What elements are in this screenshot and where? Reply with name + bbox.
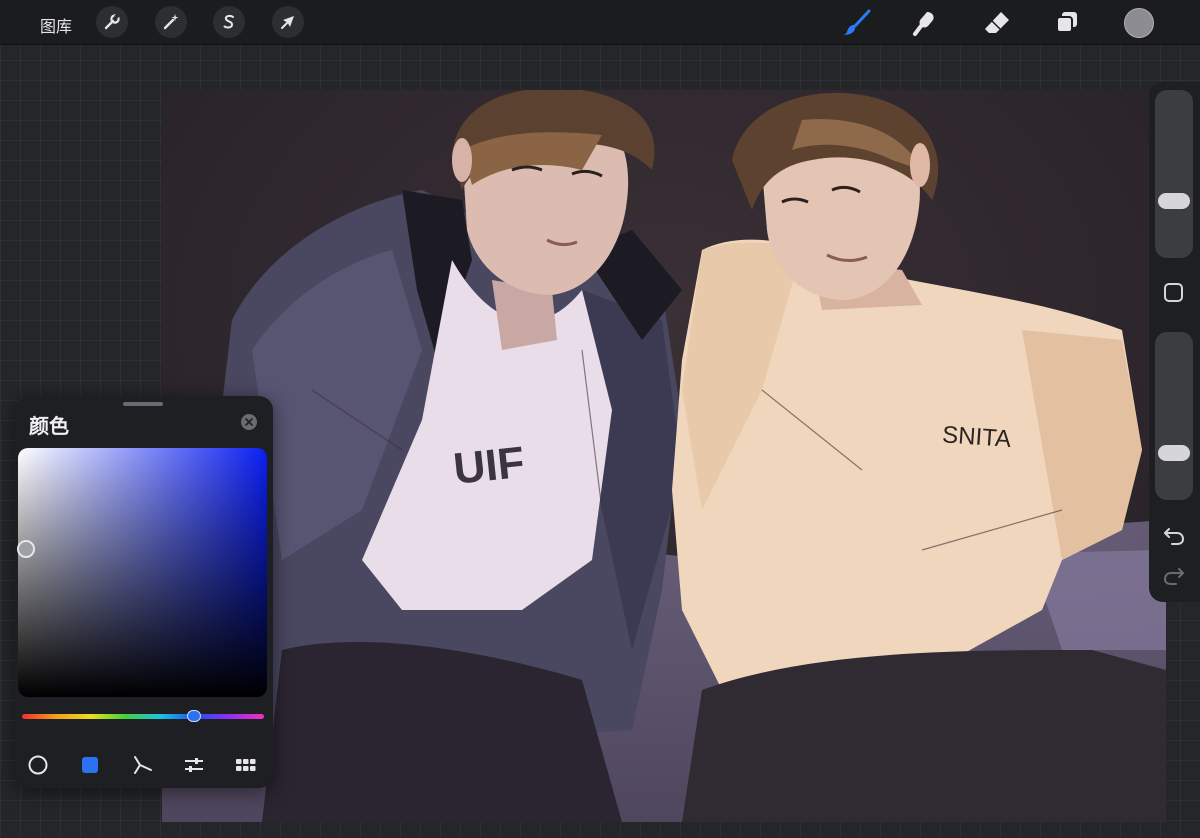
grid-icon[interactable] — [233, 752, 259, 778]
selection-s-icon[interactable] — [213, 6, 245, 38]
panel-grabber[interactable] — [123, 402, 163, 406]
square-icon[interactable] — [1164, 283, 1183, 302]
top-toolbar: 图库 — [0, 0, 1200, 45]
brush-size-thumb[interactable] — [1158, 193, 1190, 209]
harmony-icon[interactable] — [129, 752, 155, 778]
saturation-brightness-picker[interactable] — [18, 448, 267, 697]
opacity-slider[interactable] — [1155, 332, 1193, 500]
current-color-swatch[interactable] — [1124, 8, 1154, 38]
layers-icon[interactable] — [1050, 6, 1084, 40]
sliders-icon[interactable] — [181, 752, 207, 778]
eraser-icon[interactable] — [980, 6, 1014, 40]
brush-icon[interactable] — [840, 6, 874, 40]
redo-icon[interactable] — [1162, 564, 1186, 588]
color-picker-cursor[interactable] — [17, 540, 35, 558]
opacity-thumb[interactable] — [1158, 445, 1190, 461]
hue-slider-thumb[interactable] — [187, 710, 201, 722]
circle-outline-icon[interactable] — [25, 752, 51, 778]
right-sidebar — [1149, 82, 1200, 602]
wrench-icon[interactable] — [96, 6, 128, 38]
smudge-icon[interactable] — [908, 6, 942, 40]
magic-wand-icon[interactable] — [155, 6, 187, 38]
panel-title: 颜色 — [29, 414, 69, 438]
artwork-canvas[interactable]: UIF SNITA — [162, 90, 1166, 822]
painting-illustration: UIF SNITA — [162, 90, 1166, 822]
hue-slider[interactable] — [22, 714, 264, 719]
shirt-print-text: SNITA — [941, 421, 1012, 453]
tshirt-print-text: UIF — [451, 438, 527, 494]
brush-size-slider[interactable] — [1155, 90, 1193, 258]
close-icon[interactable] — [241, 414, 257, 430]
undo-icon[interactable] — [1162, 524, 1186, 548]
filled-square-icon[interactable] — [77, 752, 103, 778]
arrow-cursor-icon[interactable] — [272, 6, 304, 38]
color-panel: 颜色 — [15, 396, 273, 788]
gallery-link[interactable]: 图库 — [40, 13, 72, 37]
